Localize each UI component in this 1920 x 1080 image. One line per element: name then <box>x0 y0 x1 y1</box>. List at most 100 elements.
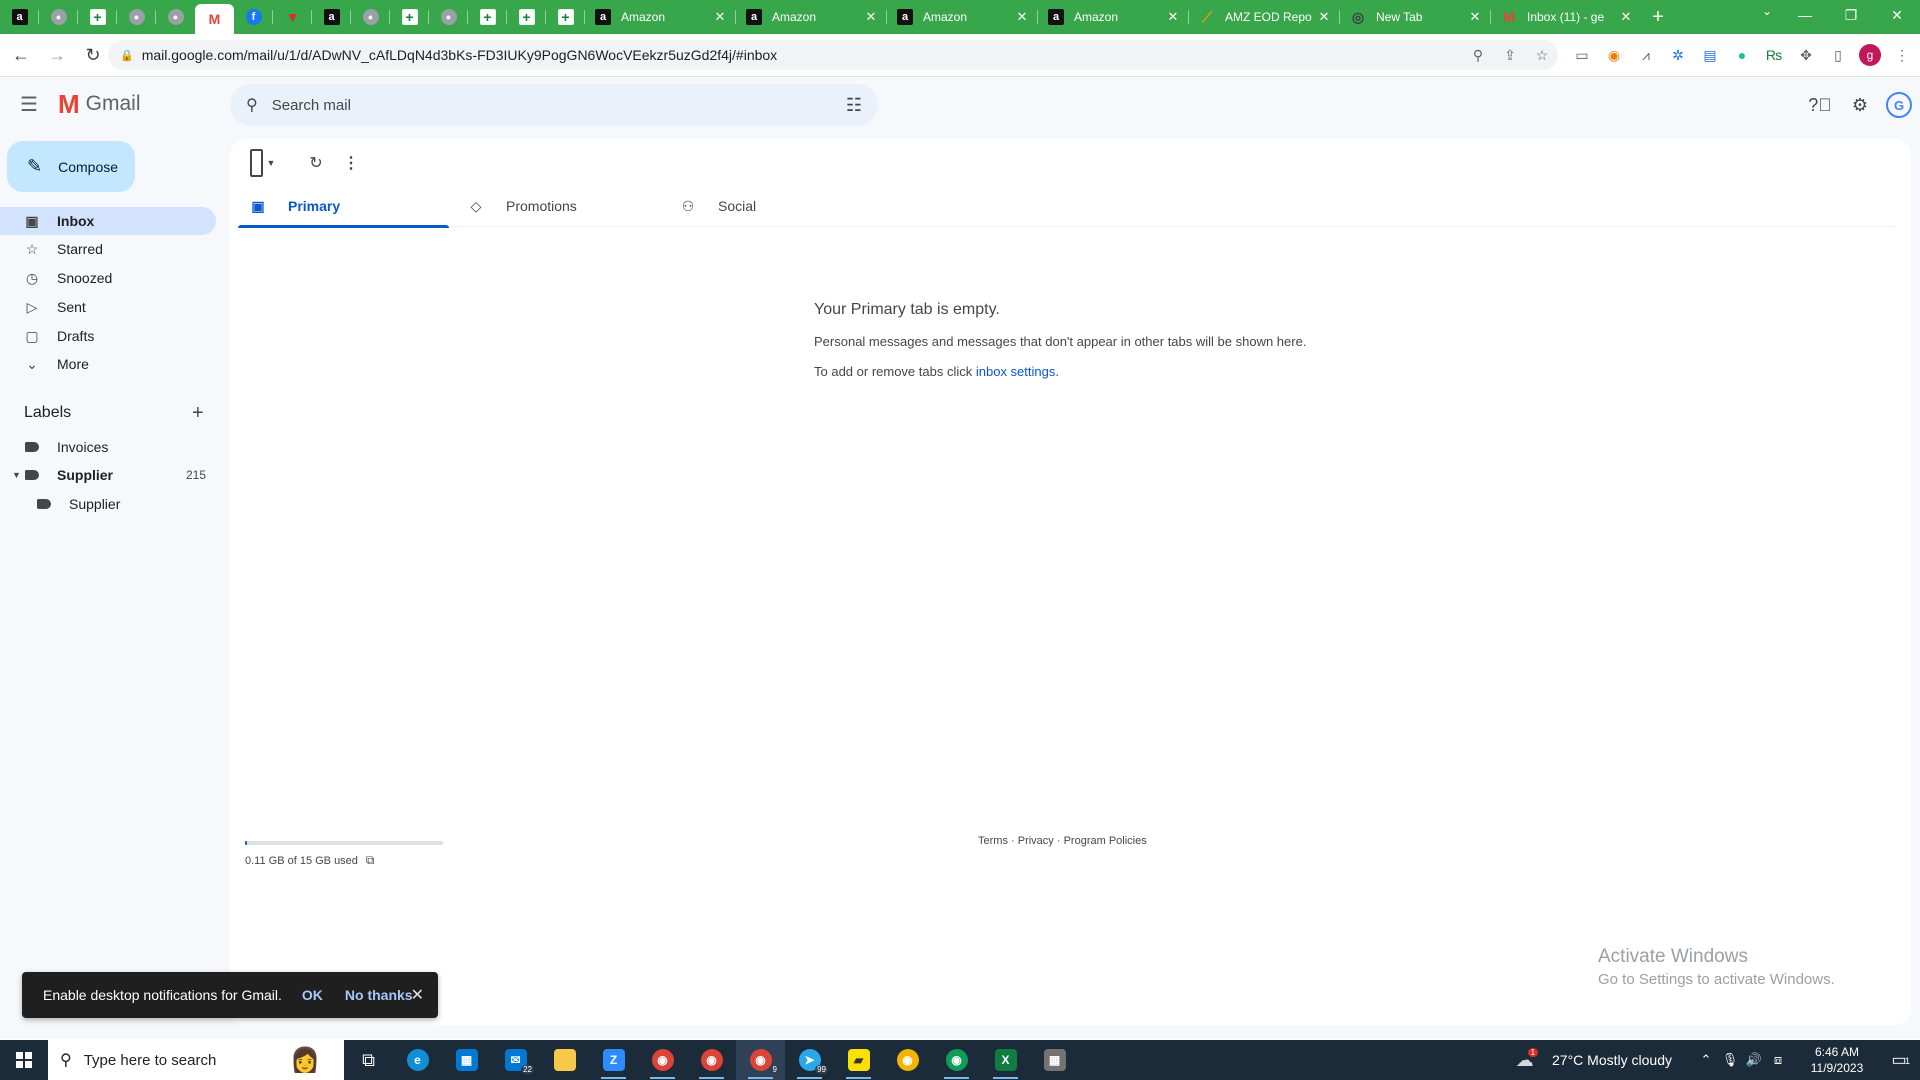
pinned-tab-facebook[interactable]: f <box>234 0 273 34</box>
speaker-icon[interactable]: 🔊 <box>1742 1052 1766 1068</box>
extension-rupee-icon[interactable]: ₨ <box>1758 41 1790 69</box>
extension-blue-icon[interactable]: ✲ <box>1662 41 1694 69</box>
browser-tab-amazon[interactable]: a Amazon ✕ <box>887 0 1038 34</box>
extension-off-icon[interactable]: ▭ <box>1566 41 1598 69</box>
bookmark-star-icon[interactable]: ☆ <box>1526 47 1558 64</box>
browser-tab-amazon[interactable]: a Amazon ✕ <box>1038 0 1189 34</box>
grammarly-icon[interactable]: ● <box>1726 41 1758 69</box>
forward-button[interactable]: → <box>42 40 72 70</box>
refresh-icon[interactable]: ↻ <box>301 149 331 177</box>
browser-tab-amazon[interactable]: a Amazon ✕ <box>736 0 887 34</box>
close-tab-icon[interactable]: ✕ <box>863 9 879 25</box>
clock[interactable]: 6:46 AM 11/9/2023 <box>1796 1044 1878 1076</box>
pinned-tab-sheets[interactable]: + <box>78 0 117 34</box>
edge-app[interactable]: e <box>393 1040 442 1080</box>
sidebar-item-starred[interactable]: ☆ Starred <box>0 235 216 263</box>
create-label-button[interactable]: + <box>192 402 204 425</box>
search-icon[interactable]: ⚲ <box>246 95 258 115</box>
zoom-icon[interactable]: ⚲ <box>1462 47 1494 64</box>
weather-widget[interactable]: ☁ 1 27°C Mostly cloudy <box>1516 1047 1672 1071</box>
pinned-tab-site[interactable]: ● <box>156 0 195 34</box>
close-tab-icon[interactable]: ✕ <box>1165 9 1181 25</box>
select-all-checkbox[interactable] <box>250 149 263 177</box>
search-options-icon[interactable]: ☷ <box>846 95 862 116</box>
task-view-icon[interactable]: ⧉ <box>344 1040 393 1080</box>
extensions-puzzle-icon[interactable]: ✥ <box>1790 41 1822 69</box>
sidebar-item-more[interactable]: ⌄ More <box>0 350 216 378</box>
telegram-app[interactable]: ➤ 99 <box>785 1040 834 1080</box>
chrome-app[interactable]: ◉ <box>638 1040 687 1080</box>
browser-tab-inbox[interactable]: M Inbox (11) - ge ✕ <box>1491 0 1642 34</box>
search-input[interactable] <box>271 96 846 114</box>
browser-menu-icon[interactable]: ⋮ <box>1886 41 1918 69</box>
pinned-tab-sheets[interactable]: + <box>507 0 546 34</box>
calculator-app[interactable]: ▦ <box>1030 1040 1079 1080</box>
pinned-tab-red[interactable]: ▼ <box>273 0 312 34</box>
excel-app[interactable]: X <box>981 1040 1030 1080</box>
back-button[interactable]: ← <box>6 40 36 70</box>
pinned-tab-site[interactable]: ● <box>429 0 468 34</box>
restore-button[interactable]: ❐ <box>1828 0 1874 30</box>
file-explorer-app[interactable] <box>540 1040 589 1080</box>
close-window-button[interactable]: ✕ <box>1874 0 1920 30</box>
chrome-app-2[interactable]: ◉ <box>883 1040 932 1080</box>
chevron-up-icon[interactable]: ⌃ <box>1694 1052 1718 1068</box>
open-in-new-icon[interactable]: ⧉ <box>366 853 375 868</box>
label-invoices[interactable]: Invoices <box>0 433 216 461</box>
lock-icon[interactable]: 🔒 <box>120 49 134 62</box>
pinned-tab-gmail-active[interactable]: M <box>195 4 234 34</box>
start-button[interactable] <box>0 1040 48 1080</box>
address-bar[interactable]: 🔒 mail.google.com/mail/u/1/d/ADwNV_cAfLD… <box>108 40 1558 70</box>
extension-orange-icon[interactable]: ◉ <box>1598 41 1630 69</box>
pinned-tab-site[interactable]: ● <box>39 0 78 34</box>
url-text[interactable]: mail.google.com/mail/u/1/d/ADwNV_cAfLDqN… <box>142 47 1462 63</box>
browser-tab-new-tab[interactable]: ◎ New Tab ✕ <box>1340 0 1491 34</box>
settings-gear-icon[interactable]: ⚙ <box>1840 90 1880 120</box>
chrome-profile-app[interactable]: ◉ <box>687 1040 736 1080</box>
compose-button[interactable]: ✎ Compose <box>7 141 135 192</box>
network-icon[interactable]: ⧈ <box>1766 1052 1790 1068</box>
sidebar-item-snoozed[interactable]: ◷ Snoozed <box>0 264 216 292</box>
close-tab-icon[interactable]: ✕ <box>1618 9 1634 25</box>
gmail-logo[interactable]: M Gmail <box>58 91 141 117</box>
main-menu-icon[interactable]: ☰ <box>20 92 38 117</box>
close-tab-icon[interactable]: ✕ <box>1316 9 1332 25</box>
microphone-icon[interactable]: 🎙 <box>1718 1052 1742 1068</box>
google-account-avatar[interactable]: G <box>1886 92 1912 118</box>
close-icon[interactable]: ✕ <box>411 985 424 1005</box>
zoom-app[interactable]: Z <box>589 1040 638 1080</box>
terms-link[interactable]: Terms <box>978 835 1008 847</box>
help-icon[interactable]: ?⃝ <box>1800 90 1840 120</box>
browser-tab-amazon[interactable]: a Amazon ✕ <box>585 0 736 34</box>
chrome-active-app[interactable]: ◉ 9 <box>736 1040 785 1080</box>
profile-avatar[interactable]: g <box>1859 44 1881 66</box>
taskbar-search[interactable]: ⚲ Type here to search 👩 <box>48 1040 344 1080</box>
label-supplier-child[interactable]: Supplier <box>0 490 216 518</box>
select-dropdown-icon[interactable]: ▼ <box>263 149 279 177</box>
inbox-settings-link[interactable]: inbox settings <box>976 364 1056 379</box>
extension-box-icon[interactable]: ▤ <box>1694 41 1726 69</box>
notification-center-icon[interactable]: ▭ 1 <box>1878 1050 1920 1070</box>
side-panel-icon[interactable]: ▯ <box>1822 41 1854 69</box>
share-icon[interactable]: ⇪ <box>1494 47 1526 64</box>
program-policies-link[interactable]: Program Policies <box>1064 835 1147 847</box>
pinned-tab-amazon[interactable]: a <box>312 0 351 34</box>
close-tab-icon[interactable]: ✕ <box>712 9 728 25</box>
sidebar-item-sent[interactable]: ▷ Sent <box>0 293 216 321</box>
pinned-tab-site[interactable]: ● <box>351 0 390 34</box>
browser-tab-amz-eod[interactable]: ⟋ AMZ EOD Repo ✕ <box>1189 0 1340 34</box>
expand-caret-icon[interactable]: ▼ <box>12 470 21 480</box>
storage-text[interactable]: 0.11 GB of 15 GB used <box>245 855 358 867</box>
pinned-tab-sheets[interactable]: + <box>468 0 507 34</box>
toast-no-thanks-button[interactable]: No thanks <box>345 987 413 1003</box>
privacy-link[interactable]: Privacy <box>1018 835 1054 847</box>
tab-promotions[interactable]: ◇ Promotions <box>456 185 667 227</box>
chrome-app-3[interactable]: ◉ <box>932 1040 981 1080</box>
mail-app[interactable]: ✉ 22 <box>491 1040 540 1080</box>
reload-button[interactable]: ↻ <box>78 40 108 70</box>
close-tab-icon[interactable]: ✕ <box>1014 9 1030 25</box>
toast-ok-button[interactable]: OK <box>302 987 323 1003</box>
sidebar-item-inbox[interactable]: ▣ Inbox <box>0 207 216 235</box>
pinned-tab-sheets[interactable]: + <box>390 0 429 34</box>
pinned-tab-amazon[interactable]: a <box>0 0 39 34</box>
